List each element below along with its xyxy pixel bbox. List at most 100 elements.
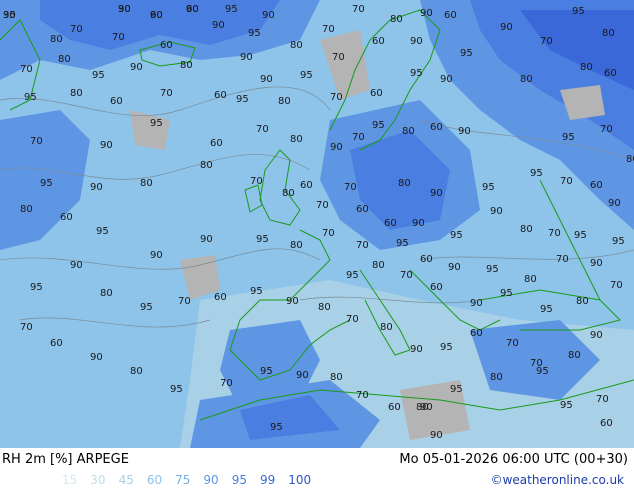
credit-link[interactable]: ©weatheronline.co.uk <box>491 473 624 487</box>
contour-label: 90 <box>470 298 483 309</box>
legend-level-60: 60 <box>146 473 163 487</box>
contour-label: 70 <box>352 132 365 143</box>
contour-label: 90 <box>440 74 453 85</box>
contour-label: 80 <box>318 302 331 313</box>
contour-label: 70 <box>556 254 569 265</box>
legend-level-100: 100 <box>288 473 312 487</box>
contour-label: 70 <box>20 64 33 75</box>
contour-label: 60 <box>300 180 313 191</box>
contour-label: 70 <box>356 240 369 251</box>
contour-label: 90 <box>90 352 103 363</box>
contour-label: 80 <box>520 74 533 85</box>
contour-label: 90 <box>590 258 603 269</box>
contour-label: 60 <box>50 338 63 349</box>
contour-label: 90 <box>420 8 433 19</box>
contour-label: 80 <box>70 88 83 99</box>
humidity-map-canvas: 95909060 95907080 7060909570809590 80908070… <box>0 0 634 448</box>
contour-label: 90 <box>590 330 603 341</box>
contour-label: 70 <box>548 228 561 239</box>
contour-label: 95 <box>440 342 453 353</box>
contour-label: 95 <box>540 304 553 315</box>
contour-label: 80 <box>50 34 63 45</box>
contour-label: 80 <box>130 366 143 377</box>
contour-label: 60 <box>430 282 443 293</box>
contour-label: 80 <box>416 402 429 413</box>
contour-label: 95 <box>396 238 409 249</box>
contour-label: 95 <box>372 120 385 131</box>
contour-label: 90 <box>330 142 343 153</box>
contour-label: 80 <box>576 296 589 307</box>
contour-label: 95 <box>562 132 575 143</box>
map-title: RH 2m [%] ARPEGE <box>2 452 129 467</box>
contour-label: 60 <box>356 204 369 215</box>
contour-label: 90 <box>412 218 425 229</box>
contour-label: 70 <box>356 390 369 401</box>
contour-label: 90 <box>200 234 213 245</box>
color-legend: 15 30 45 60 75 90 95 99 100 <box>62 473 324 487</box>
contour-label: 70 <box>330 92 343 103</box>
contour-label: 60 <box>214 90 227 101</box>
contour-label: 80 <box>100 288 113 299</box>
contour-label: 70 <box>178 296 191 307</box>
contour-label: 95 <box>612 236 625 247</box>
contour-label: 60 <box>210 138 223 149</box>
contour-label: 95 <box>150 118 163 129</box>
contour-label: 70 <box>70 24 83 35</box>
legend-level-90: 90 <box>203 473 219 487</box>
contour-label: 90 <box>262 10 275 21</box>
contour-label: 60 <box>470 328 483 339</box>
contour-label: 70 <box>346 314 359 325</box>
contour-label: 70 <box>600 124 613 135</box>
contour-label: 90 <box>608 198 621 209</box>
contour-label: 80 <box>398 178 411 189</box>
contour-label: 90 <box>130 62 143 73</box>
contour-label: 90 <box>90 182 103 193</box>
contour-label: 95 <box>410 68 423 79</box>
contour-label: 90 <box>186 4 199 15</box>
contour-label: 80 <box>290 134 303 145</box>
contour-label: 70 <box>596 394 609 405</box>
contour-label: 90 <box>260 74 273 85</box>
legend-level-15: 15 <box>62 473 78 487</box>
contour-label: 60 <box>372 36 385 47</box>
contour-label: 70 <box>220 378 233 389</box>
contour-label: 60 <box>214 292 227 303</box>
contour-label: 95 <box>530 168 543 179</box>
contour-label: 90 <box>500 22 513 33</box>
contour-label: 90 <box>150 250 163 261</box>
contour-label: 80 <box>602 28 615 39</box>
contour-label: 60 <box>370 88 383 99</box>
contour-label: 80 <box>402 126 415 137</box>
contour-label: 30 <box>3 10 16 21</box>
contour-label: 60 <box>420 254 433 265</box>
contour-label: 90 <box>410 344 423 355</box>
contour-label: 80 <box>568 350 581 361</box>
contour-label: 60 <box>160 40 173 51</box>
contour-label: 90 <box>240 52 253 63</box>
contour-label: 95 <box>92 70 105 81</box>
contour-label: 95 <box>486 264 499 275</box>
contour-label: 60 <box>110 96 123 107</box>
contour-label: 80 <box>290 240 303 251</box>
contour-label: 90 <box>286 296 299 307</box>
legend-level-99: 99 <box>259 473 276 487</box>
contour-label: 90 <box>458 126 471 137</box>
contour-label: 70 <box>112 32 125 43</box>
contour-label: 95 <box>248 28 261 39</box>
legend-level-45: 45 <box>118 473 134 487</box>
contour-label: 80 <box>180 60 193 71</box>
weather-map: 95 90 90 60 95 90 70 80 70 60 90 95 70 80 95 90 80 90 80 70… <box>0 0 634 448</box>
contour-label: 95 <box>24 92 37 103</box>
legend-level-30: 30 <box>90 473 106 487</box>
contour-label: 80 <box>290 40 303 51</box>
legend-level-75: 75 <box>175 473 191 487</box>
contour-label: 95 <box>346 270 359 281</box>
contour-label: 95 <box>30 282 43 293</box>
contour-label: 95 <box>260 366 273 377</box>
contour-label: 80 <box>200 160 213 171</box>
contour-label: 90 <box>212 20 225 31</box>
contour-label: 90 <box>430 430 443 441</box>
contour-label: 90 <box>70 260 83 271</box>
map-footer: RH 2m [%] ARPEGE Mo 05-01-2026 06:00 UTC… <box>0 448 634 490</box>
contour-label: 70 <box>30 136 43 147</box>
